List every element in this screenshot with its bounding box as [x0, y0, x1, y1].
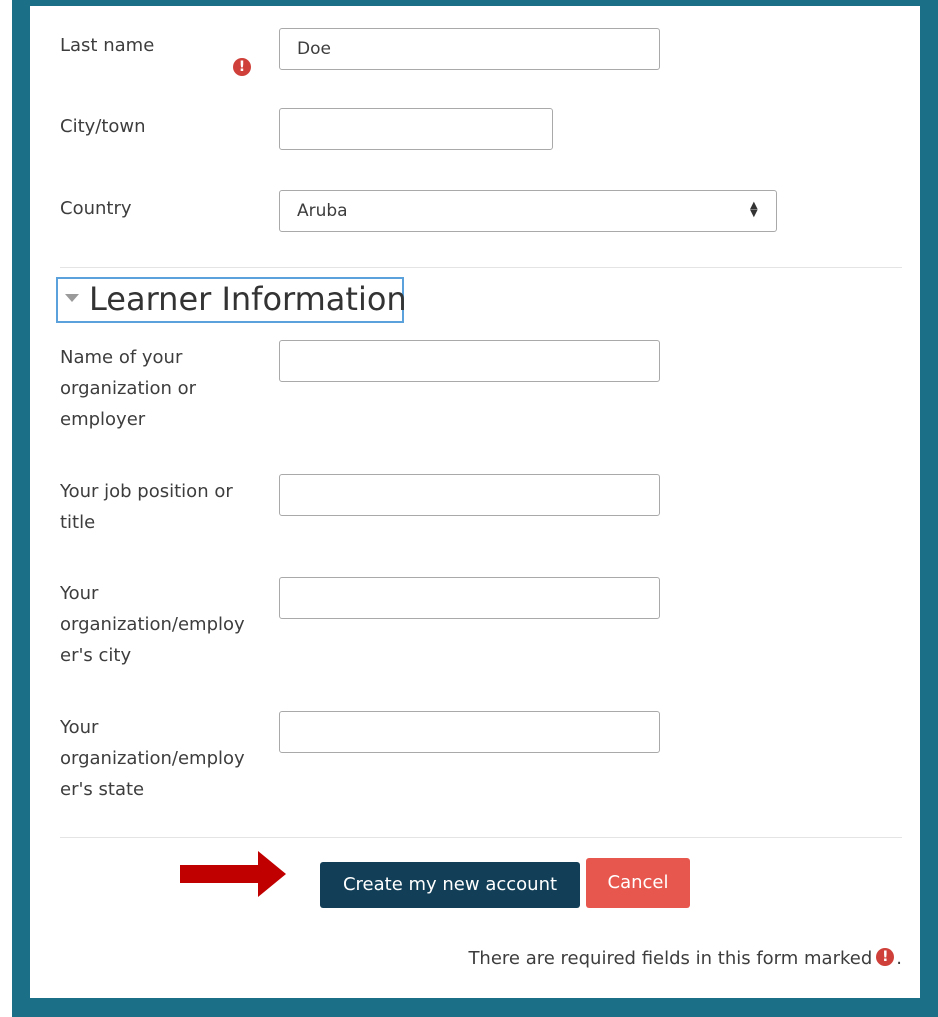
country-select[interactable]: Aruba ▲ ▼	[279, 190, 777, 232]
org-state-field[interactable]	[279, 711, 660, 753]
country-label: Country	[60, 198, 132, 219]
organization-label-line-3: employer	[60, 409, 146, 430]
job-label-line-1: Your job position or	[60, 481, 233, 502]
divider	[60, 267, 902, 268]
org-city-label-line-1: Your	[60, 583, 99, 604]
organization-label-line-1: Name of your	[60, 347, 183, 368]
required-icon: !	[233, 58, 251, 76]
city-field[interactable]	[279, 108, 553, 150]
organization-label: Name of your organization or employer	[60, 342, 196, 435]
city-label: City/town	[60, 116, 146, 137]
last-name-field[interactable]: Doe	[279, 28, 660, 70]
create-account-button[interactable]: Create my new account	[320, 862, 580, 908]
form-panel: Last name ! Doe City/town Country Aruba …	[30, 6, 920, 998]
job-field[interactable]	[279, 474, 660, 516]
sort-arrows-icon: ▲ ▼	[750, 200, 758, 219]
country-selected-value: Aruba	[297, 201, 348, 221]
org-city-label: Your organization/employ er's city	[60, 578, 245, 671]
last-name-label: Last name	[60, 35, 155, 56]
required-note-text: There are required fields in this form m…	[468, 948, 873, 969]
organization-label-line-2: organization or	[60, 378, 197, 399]
section-title: Learner Information	[89, 280, 407, 318]
org-state-label-line-1: Your	[60, 717, 99, 738]
organization-field[interactable]	[279, 340, 660, 382]
job-label: Your job position or title	[60, 476, 233, 538]
required-fields-note: There are required fields in this form m…	[468, 948, 902, 969]
required-note-period: .	[896, 948, 902, 969]
org-state-label-line-2: organization/employ	[60, 748, 245, 769]
job-label-line-2: title	[60, 512, 96, 533]
red-arrow-icon	[180, 851, 286, 897]
org-state-label: Your organization/employ er's state	[60, 712, 245, 805]
org-city-label-line-2: organization/employ	[60, 614, 245, 635]
collapse-triangle-icon	[65, 294, 79, 302]
required-icon: !	[876, 948, 895, 966]
org-state-label-line-3: er's state	[60, 779, 145, 800]
cancel-button[interactable]: Cancel	[586, 858, 690, 908]
section-header-learner-information[interactable]: Learner Information	[56, 277, 407, 323]
divider	[60, 837, 902, 838]
org-city-label-line-3: er's city	[60, 645, 132, 666]
org-city-field[interactable]	[279, 577, 660, 619]
page-frame: Last name ! Doe City/town Country Aruba …	[12, 0, 938, 1017]
